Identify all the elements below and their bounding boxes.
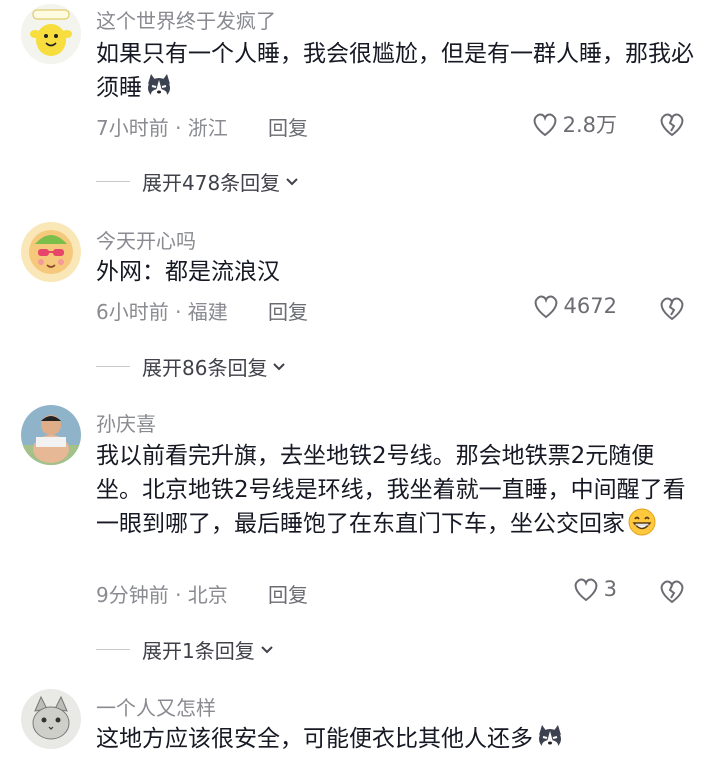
heart-icon — [534, 295, 557, 319]
chevron-down-icon — [273, 362, 286, 370]
text-fade-overlay — [560, 718, 713, 759]
expand-label: 展开1条回复 — [142, 639, 255, 663]
like-button[interactable]: 3 — [572, 576, 617, 602]
time-location: 9分钟前 · 北京 — [96, 583, 228, 607]
expand-replies-button[interactable]: 展开86条回复 — [96, 352, 287, 381]
broken-heart-icon — [660, 113, 684, 137]
dislike-button[interactable] — [657, 110, 687, 138]
like-button[interactable]: 2.8万 — [531, 109, 617, 139]
comment-text-body: 外网：都是流浪汉 — [96, 259, 280, 285]
like-count: 2.8万 — [562, 113, 617, 137]
username[interactable]: 一个人又怎样 — [96, 692, 216, 721]
broken-heart-icon — [660, 297, 684, 321]
like-button[interactable]: 4672 — [532, 293, 617, 319]
divider-line — [96, 366, 130, 367]
divider-line — [96, 649, 130, 650]
person-photo-avatar-icon — [21, 405, 81, 465]
reply-button[interactable]: 回复 — [268, 579, 308, 608]
avatar[interactable] — [21, 405, 81, 465]
comment-text-body: 我以前看完升旗，去坐地铁2号线。那会地铁票2元随便坐。北京地铁2号线是环线，我坐… — [96, 443, 686, 537]
avatar[interactable] — [21, 222, 81, 282]
broken-heart-icon — [660, 580, 684, 604]
heart-icon — [574, 578, 598, 602]
husky-emoji-icon — [144, 71, 174, 101]
reply-button[interactable]: 回复 — [268, 296, 308, 325]
expand-label: 展开86条回复 — [142, 356, 268, 380]
dislike-button[interactable] — [657, 577, 687, 605]
heart-icon — [533, 113, 556, 137]
cartoon-avatar-icon — [21, 4, 81, 64]
cartoon-avatar-icon — [21, 222, 81, 282]
username[interactable]: 今天开心吗 — [96, 225, 196, 254]
username[interactable]: 孙庆喜 — [96, 408, 156, 437]
like-count: 3 — [603, 577, 617, 601]
expand-replies-button[interactable]: 展开478条回复 — [96, 167, 300, 196]
avatar[interactable] — [21, 4, 81, 64]
comment-text-body: 如果只有一个人睡，我会很尴尬，但是有一群人睡，那我必须睡 — [96, 41, 694, 101]
expand-label: 展开478条回复 — [142, 171, 281, 195]
expand-replies-button[interactable]: 展开1条回复 — [96, 635, 275, 664]
divider-line — [96, 181, 130, 182]
reply-button[interactable]: 回复 — [268, 112, 308, 141]
username[interactable]: 这个世界终于发疯了 — [96, 5, 276, 34]
comment-text: 我以前看完升旗，去坐地铁2号线。那会地铁票2元随便坐。北京地铁2号线是环线，我坐… — [96, 439, 691, 541]
dislike-button[interactable] — [657, 294, 687, 322]
avatar[interactable] — [21, 689, 81, 749]
cat-sketch-avatar-icon — [21, 689, 81, 749]
comment-text: 如果只有一个人睡，我会很尴尬，但是有一群人睡，那我必须睡 — [96, 37, 696, 105]
comment-text-body: 这地方应该很安全，可能便衣比其他人还多 — [96, 726, 533, 752]
comment-text: 外网：都是流浪汉 — [96, 255, 696, 289]
time-location: 6小时前 · 福建 — [96, 300, 228, 324]
time-location: 7小时前 · 浙江 — [96, 116, 228, 140]
like-count: 4672 — [563, 294, 617, 318]
chevron-down-icon — [286, 177, 298, 185]
grin-emoji-icon — [627, 507, 657, 537]
chevron-down-icon — [261, 645, 273, 653]
